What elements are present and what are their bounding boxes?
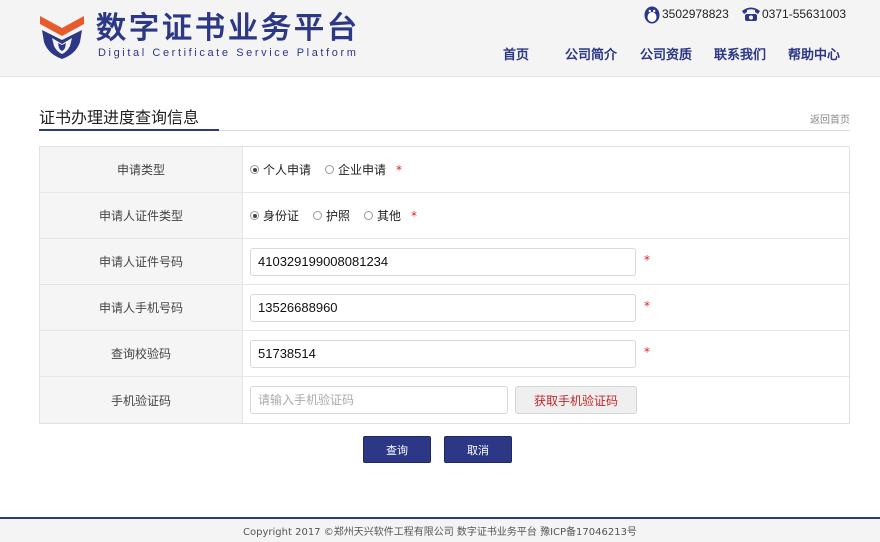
check-code-label: 查询校验码 [40, 331, 243, 376]
apply-type-radio-group: 个人申请 企业申请 * [250, 161, 402, 178]
row-sms-code: 手机验证码 请输入手机验证码 获取手机验证码 [40, 377, 849, 423]
radio-id-card[interactable]: 身份证 [250, 207, 299, 224]
qq-penguin-icon [644, 6, 660, 23]
required-mark: * [644, 345, 650, 359]
tel-number: 0371-55631003 [762, 7, 847, 21]
id-number-input[interactable]: 410329199008081234 [250, 247, 636, 276]
nav-home[interactable]: 首页 [503, 46, 529, 66]
mobile-input[interactable]: 13526688960 [250, 293, 636, 322]
main-nav: 首页 公司简介 公司资质 联系我们 帮助中心 [0, 46, 880, 66]
nav-contact[interactable]: 联系我们 [714, 46, 766, 66]
required-mark: * [644, 253, 650, 267]
radio-checked-icon [250, 211, 259, 220]
required-mark: * [644, 299, 650, 313]
id-type-label: 申请人证件类型 [40, 193, 243, 238]
radio-checked-icon [250, 165, 259, 174]
title-underline [39, 129, 219, 131]
radio-unchecked-icon [364, 211, 374, 220]
radio-unchecked-icon [325, 165, 335, 174]
qq-contact: 3502978823 [643, 4, 729, 24]
radio-personal[interactable]: 个人申请 [250, 161, 311, 178]
header: 数字证书业务平台 Digital Certificate Service Pla… [0, 0, 880, 77]
row-id-type: 申请人证件类型 身份证 护照 其他 * [40, 193, 849, 239]
row-mobile: 申请人手机号码 13526688960 * [40, 285, 849, 331]
required-mark: * [396, 162, 403, 177]
mobile-label: 申请人手机号码 [40, 285, 243, 330]
query-form: 申请类型 个人申请 企业申请 * 申请人证件类型 身份证 护照 其他 * 申请人… [39, 146, 850, 424]
radio-passport[interactable]: 护照 [313, 207, 350, 224]
radio-enterprise[interactable]: 企业申请 [325, 161, 386, 178]
row-apply-type: 申请类型 个人申请 企业申请 * [40, 147, 849, 193]
copyright-text: Copyright 2017 ©郑州天兴软件工程有限公司 数字证书业务平台 豫I… [243, 527, 637, 538]
required-mark: * [411, 208, 418, 223]
id-type-radio-group: 身份证 护照 其他 * [250, 207, 417, 224]
nav-qualification[interactable]: 公司资质 [640, 46, 692, 66]
get-sms-code-button[interactable]: 获取手机验证码 [515, 386, 637, 414]
id-number-label: 申请人证件号码 [40, 239, 243, 284]
radio-unchecked-icon [313, 211, 323, 220]
query-button[interactable]: 查询 [363, 436, 431, 463]
site-title: 数字证书业务平台 [96, 11, 360, 46]
sms-code-input[interactable]: 请输入手机验证码 [250, 386, 508, 414]
back-home-link[interactable]: 返回首页 [810, 111, 850, 126]
tel-contact: 0371-55631003 [741, 4, 846, 24]
check-code-input[interactable]: 51738514 [250, 339, 636, 368]
page-title: 证书办理进度查询信息 [39, 108, 200, 127]
sms-code-label: 手机验证码 [40, 377, 243, 423]
apply-type-label: 申请类型 [40, 147, 243, 192]
telephone-icon [742, 7, 760, 21]
cancel-button[interactable]: 取消 [444, 436, 512, 463]
row-check-code: 查询校验码 51738514 * [40, 331, 849, 377]
nav-about[interactable]: 公司简介 [565, 46, 617, 66]
row-id-number: 申请人证件号码 410329199008081234 * [40, 239, 849, 285]
footer: Copyright 2017 ©郑州天兴软件工程有限公司 数字证书业务平台 豫I… [0, 519, 880, 542]
nav-help[interactable]: 帮助中心 [788, 46, 840, 66]
qq-number: 3502978823 [662, 7, 729, 21]
radio-other[interactable]: 其他 [364, 207, 401, 224]
